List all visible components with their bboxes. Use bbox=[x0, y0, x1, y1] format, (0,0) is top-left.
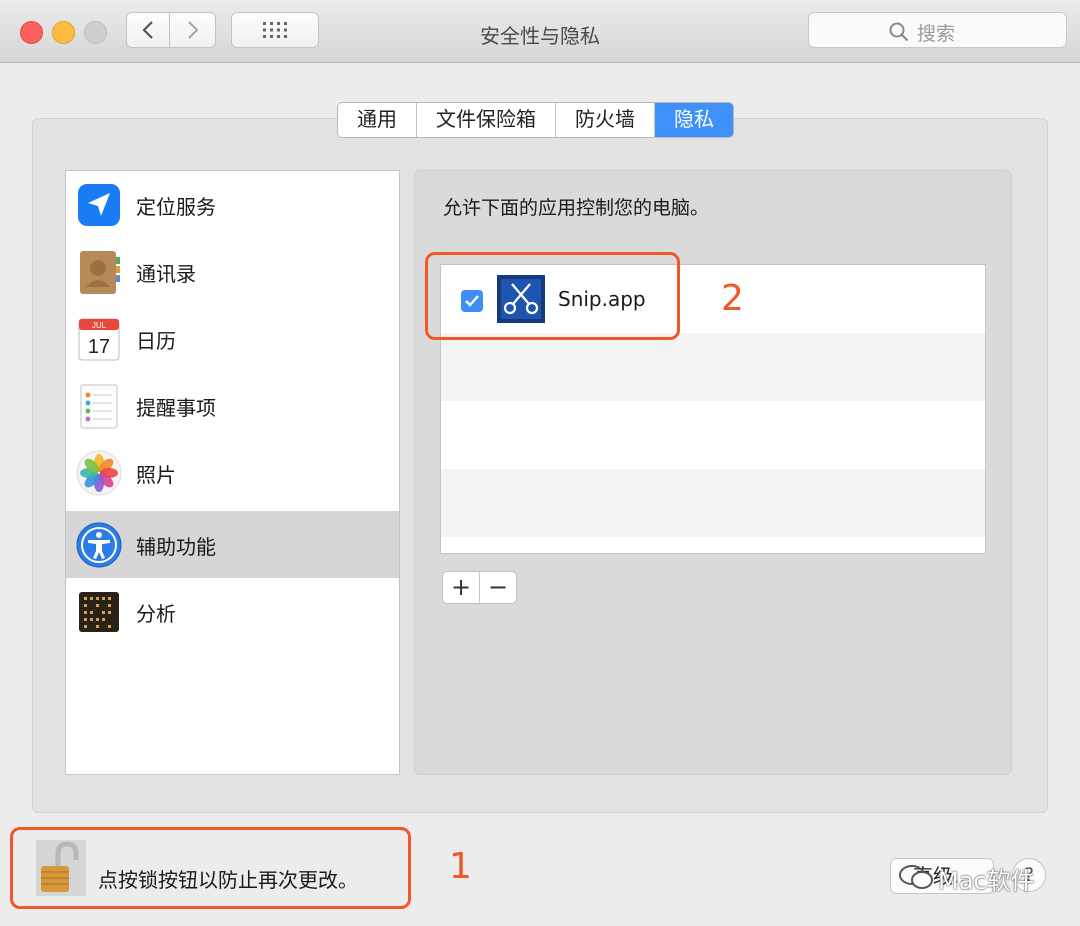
annotation-box-2 bbox=[425, 252, 680, 340]
sidebar-item-label: 通讯录 bbox=[136, 262, 196, 286]
tab-privacy[interactable]: 隐私 bbox=[655, 103, 733, 137]
list-row-empty bbox=[441, 333, 985, 401]
wechat-logo-icon bbox=[899, 865, 933, 889]
search-placeholder: 搜索 bbox=[917, 23, 956, 45]
tab-firewall[interactable]: 防火墙 bbox=[556, 103, 655, 137]
sidebar-item-label: 定位服务 bbox=[136, 195, 216, 219]
remove-button[interactable]: − bbox=[480, 572, 516, 603]
tab-bar: 通用 文件保险箱 防火墙 隐私 bbox=[337, 102, 734, 138]
annotation-label-1: 1 bbox=[449, 846, 472, 887]
sidebar-item-reminders[interactable]: 提醒事项 bbox=[66, 372, 399, 439]
add-remove-control: + − bbox=[442, 571, 517, 604]
annotation-label-2: 2 bbox=[721, 278, 744, 319]
analytics-icon bbox=[79, 592, 119, 632]
location-arrow-icon bbox=[78, 184, 120, 226]
sidebar-item-analytics[interactable]: 分析 bbox=[66, 578, 399, 645]
title-bar: 安全性与隐私 搜索 bbox=[0, 0, 1080, 63]
contacts-book-icon bbox=[80, 251, 120, 294]
privacy-category-list: 定位服务 通讯录 JUL 17 日历 提醒事项 照片 辅助功能 分析 bbox=[65, 170, 400, 775]
search-icon bbox=[889, 22, 909, 42]
list-row-empty bbox=[441, 469, 985, 537]
sidebar-item-contacts[interactable]: 通讯录 bbox=[66, 238, 399, 305]
photos-icon bbox=[76, 450, 122, 496]
sidebar-item-label: 辅助功能 bbox=[136, 535, 216, 559]
sidebar-item-label: 分析 bbox=[136, 602, 176, 626]
sidebar-item-calendar[interactable]: JUL 17 日历 bbox=[66, 305, 399, 372]
reminders-icon bbox=[80, 384, 118, 429]
sidebar-item-location-services[interactable]: 定位服务 bbox=[66, 171, 399, 238]
sidebar-item-accessibility[interactable]: 辅助功能 bbox=[66, 511, 399, 578]
calendar-icon: JUL 17 bbox=[78, 318, 120, 361]
accessibility-icon bbox=[76, 522, 122, 568]
add-button[interactable]: + bbox=[443, 572, 480, 603]
tab-filevault[interactable]: 文件保险箱 bbox=[417, 103, 556, 137]
list-row-empty bbox=[441, 537, 985, 553]
annotation-box-1 bbox=[10, 827, 411, 909]
list-row-empty bbox=[441, 401, 985, 469]
calendar-icon-day: 17 bbox=[88, 336, 110, 358]
sidebar-item-label: 提醒事项 bbox=[136, 396, 216, 420]
detail-header: 允许下面的应用控制您的电脑。 bbox=[443, 197, 710, 219]
sidebar-item-label: 照片 bbox=[136, 463, 176, 487]
sidebar-item-label: 日历 bbox=[136, 329, 176, 353]
calendar-icon-month: JUL bbox=[92, 321, 107, 330]
search-field[interactable]: 搜索 bbox=[808, 12, 1067, 48]
tab-general[interactable]: 通用 bbox=[338, 103, 417, 137]
sidebar-item-photos[interactable]: 照片 bbox=[66, 439, 399, 506]
watermark-text: Mac软件 bbox=[938, 867, 1035, 895]
